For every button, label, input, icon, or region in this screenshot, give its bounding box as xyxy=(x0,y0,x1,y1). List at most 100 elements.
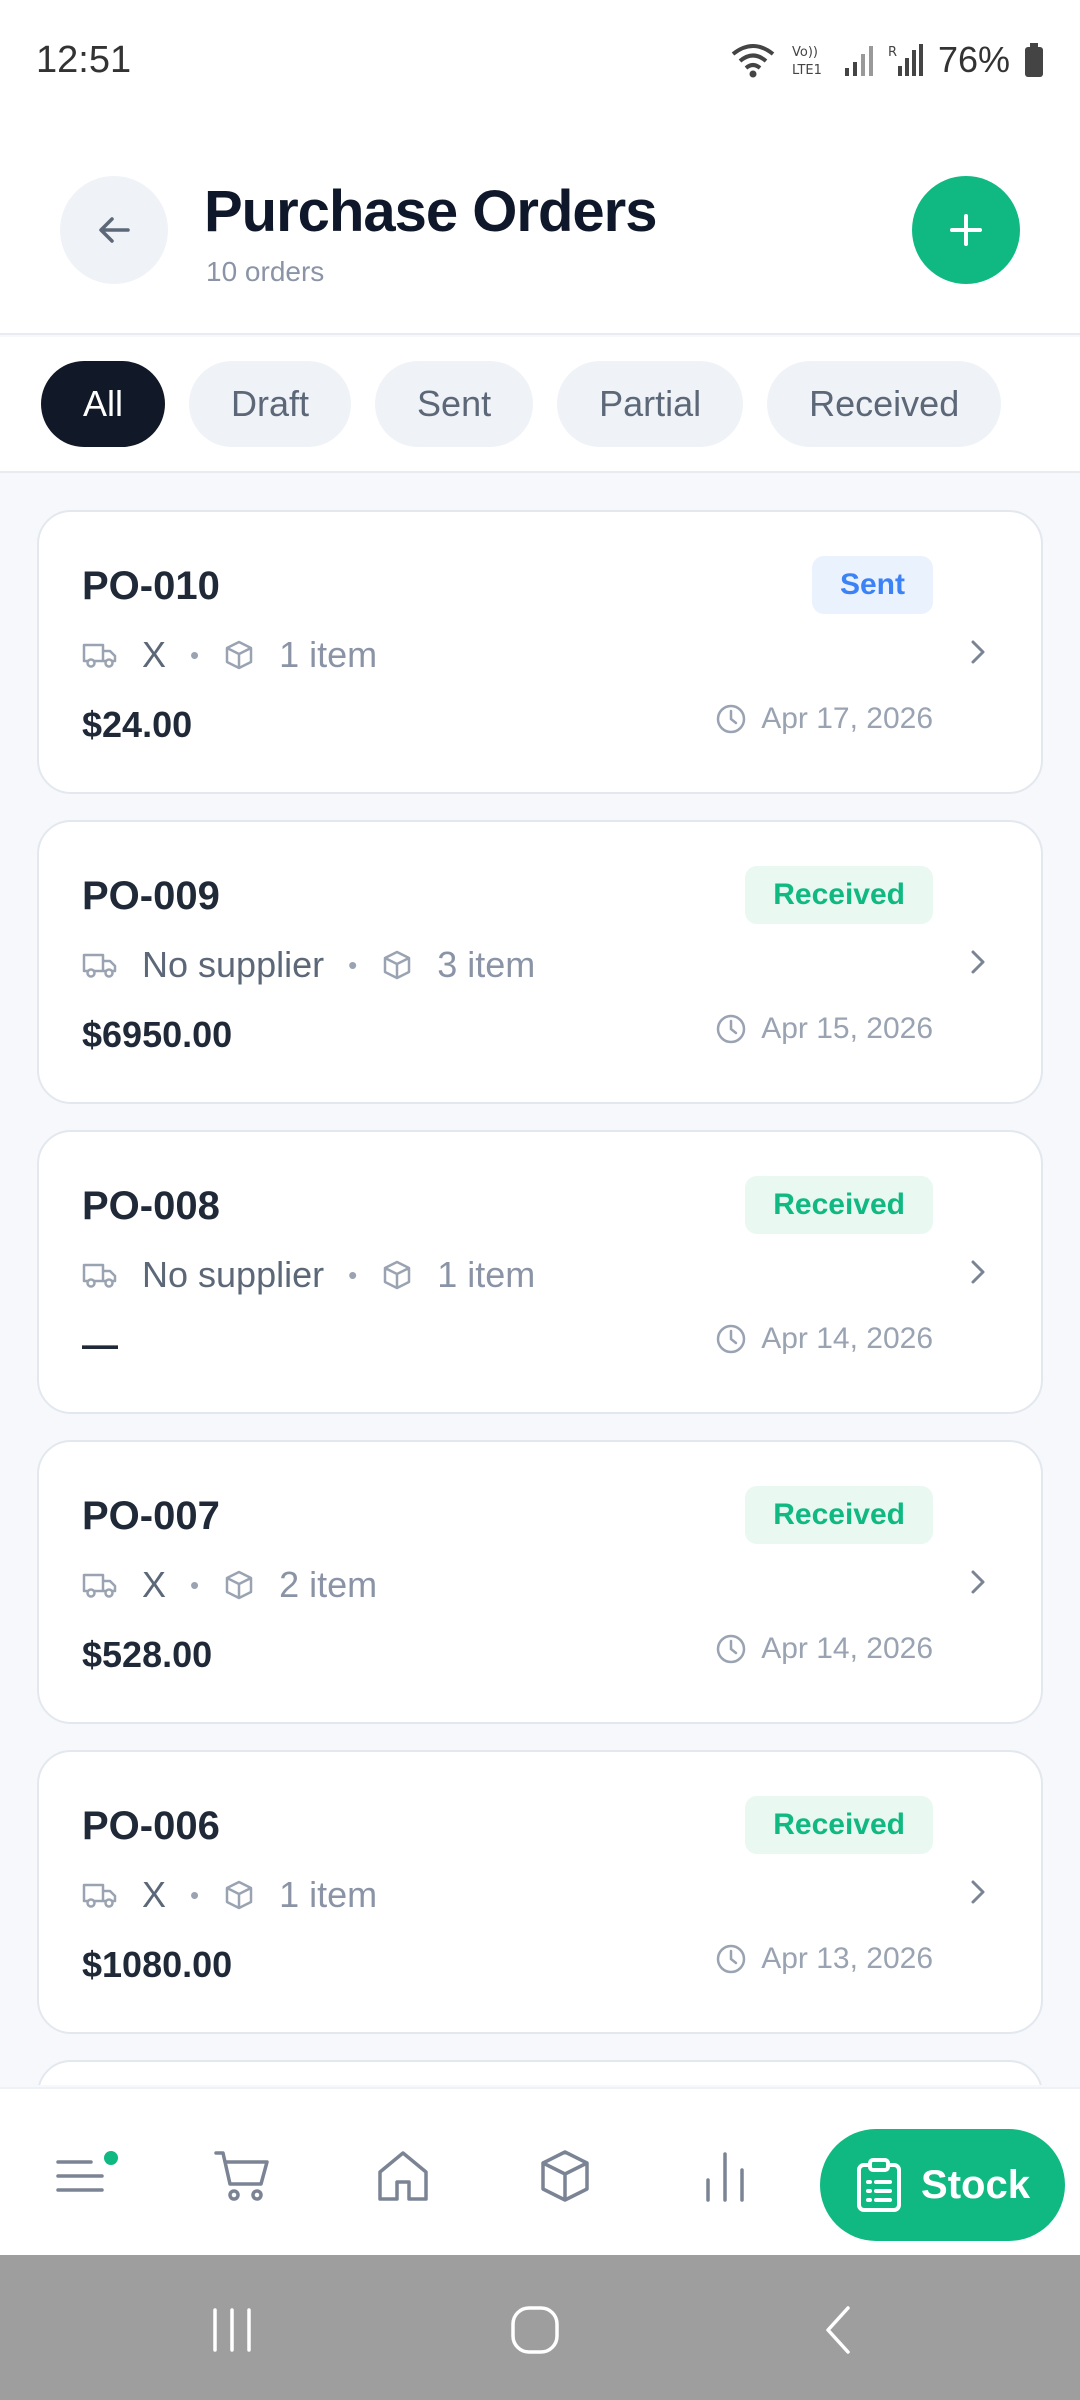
back-system-button[interactable] xyxy=(803,2295,873,2365)
svg-text:Vo)): Vo)) xyxy=(792,45,818,60)
order-meta: No supplier • 1 item xyxy=(82,1250,535,1300)
order-date: Apr 17, 2026 xyxy=(715,702,933,736)
order-meta: X • 1 item xyxy=(82,1870,377,1920)
item-count: 1 item xyxy=(279,634,378,675)
truck-icon xyxy=(82,643,117,668)
chevron-right-icon xyxy=(971,1880,985,1904)
order-date-text: Apr 17, 2026 xyxy=(761,702,933,735)
page-title: Purchase Orders xyxy=(204,179,657,244)
order-date-text: Apr 14, 2026 xyxy=(761,1632,933,1665)
order-card[interactable]: PO-009 Received No supplier • 3 item $69… xyxy=(37,820,1043,1104)
order-number: PO-006 xyxy=(82,1804,220,1848)
truck-icon xyxy=(82,1573,117,1598)
box-icon xyxy=(225,1880,253,1910)
home-icon xyxy=(378,2151,428,2201)
status-badge: Sent xyxy=(811,556,933,614)
recent-apps-icon xyxy=(213,2308,251,2352)
back-chevron-icon xyxy=(826,2306,850,2354)
order-card[interactable]: PO-006 Received X • 1 item $1080.00 Apr … xyxy=(37,1750,1043,2034)
order-number: PO-009 xyxy=(82,874,220,918)
chevron-right-icon xyxy=(971,640,985,664)
svg-text:LTE1: LTE1 xyxy=(792,63,822,78)
filter-chip-draft[interactable]: Draft xyxy=(189,361,352,447)
stock-label: Stock xyxy=(921,2162,1030,2207)
order-meta: X • 2 item xyxy=(82,1560,377,1610)
separator-dot: • xyxy=(190,1879,200,1910)
battery-icon xyxy=(1024,43,1044,77)
clock-icon xyxy=(716,1324,746,1354)
box-icon xyxy=(541,2150,589,2202)
filter-chip-received[interactable]: Received xyxy=(767,361,1002,447)
order-card[interactable]: PO-010 Sent X • 1 item $24.00 Apr 17, 20… xyxy=(37,510,1043,794)
nav-menu-button[interactable] xyxy=(45,2141,115,2211)
battery-percent: 76% xyxy=(937,39,1010,80)
cart-icon xyxy=(214,2151,269,2201)
truck-icon xyxy=(82,953,117,978)
item-count: 1 item xyxy=(279,1874,378,1915)
supplier-name: No supplier xyxy=(142,944,325,985)
order-date: Apr 13, 2026 xyxy=(715,1942,933,1976)
box-icon xyxy=(225,640,253,670)
plus-icon xyxy=(950,214,982,246)
box-icon xyxy=(383,950,411,980)
recent-apps-button[interactable] xyxy=(197,2295,267,2365)
supplier-name: X xyxy=(142,1874,167,1915)
clipboard-list-icon xyxy=(857,2158,902,2212)
order-total: — xyxy=(82,1324,118,1365)
order-number: PO-010 xyxy=(82,564,220,608)
separator-dot: • xyxy=(190,1569,200,1600)
order-card[interactable] xyxy=(37,2060,1043,2085)
filter-chip-sent[interactable]: Sent xyxy=(375,361,534,447)
order-number: PO-007 xyxy=(82,1494,220,1538)
filter-chip-all[interactable]: All xyxy=(41,361,166,447)
wifi-icon xyxy=(730,42,776,78)
status-bar: 12:51 Vo)) LTE1 R 76% xyxy=(0,0,1080,120)
status-badge: Received xyxy=(745,1796,933,1854)
chevron-right-icon xyxy=(971,950,985,974)
filter-chip-partial[interactable]: Partial xyxy=(557,361,744,447)
order-total: $6950.00 xyxy=(82,1014,233,1055)
supplier-name: X xyxy=(142,1564,167,1605)
bar-chart-icon xyxy=(706,2152,744,2202)
order-date: Apr 14, 2026 xyxy=(715,1322,933,1356)
home-system-button[interactable] xyxy=(500,2295,570,2365)
chevron-right-icon xyxy=(971,1570,985,1594)
item-count: 3 item xyxy=(437,944,536,985)
status-filter-bar: All Draft Sent Partial Received xyxy=(0,337,1080,473)
back-button[interactable] xyxy=(60,176,168,284)
status-icons: Vo)) LTE1 R 76% xyxy=(730,39,1044,81)
order-date: Apr 14, 2026 xyxy=(715,1632,933,1666)
nav-cart-button[interactable] xyxy=(207,2141,277,2211)
notification-dot xyxy=(104,2151,118,2165)
status-badge: Received xyxy=(745,1176,933,1234)
order-date-text: Apr 14, 2026 xyxy=(761,1322,933,1355)
order-date: Apr 15, 2026 xyxy=(715,1012,933,1046)
arrow-left-icon xyxy=(99,217,130,243)
supplier-name: No supplier xyxy=(142,1254,325,1295)
order-meta: No supplier • 3 item xyxy=(82,940,535,990)
nav-reports-button[interactable] xyxy=(690,2141,760,2211)
status-badge: Received xyxy=(745,1486,933,1544)
nav-stock-button[interactable]: Stock xyxy=(820,2129,1065,2241)
order-list[interactable]: PO-010 Sent X • 1 item $24.00 Apr 17, 20… xyxy=(37,510,1043,2085)
signal-icon xyxy=(844,42,874,78)
separator-dot: • xyxy=(190,639,200,670)
separator-dot: • xyxy=(348,1259,358,1290)
nav-home-button[interactable] xyxy=(368,2141,438,2211)
add-order-button[interactable] xyxy=(912,176,1020,284)
bottom-nav: Stock xyxy=(0,2087,1080,2255)
signal-r-icon: R xyxy=(888,42,924,78)
box-icon xyxy=(225,1570,253,1600)
clock-icon xyxy=(716,704,746,734)
order-card[interactable]: PO-007 Received X • 2 item $528.00 Apr 1… xyxy=(37,1440,1043,1724)
order-card[interactable]: PO-008 Received No supplier • 1 item — A… xyxy=(37,1130,1043,1414)
order-count: 10 orders xyxy=(206,256,325,287)
order-date-text: Apr 15, 2026 xyxy=(761,1012,933,1045)
svg-text:R: R xyxy=(888,45,897,60)
status-badge: Received xyxy=(745,866,933,924)
clock-icon xyxy=(716,1634,746,1664)
volte-icon: Vo)) LTE1 xyxy=(790,42,830,78)
nav-products-button[interactable] xyxy=(530,2141,600,2211)
order-total: $24.00 xyxy=(82,704,193,745)
menu-icon xyxy=(56,2160,104,2192)
